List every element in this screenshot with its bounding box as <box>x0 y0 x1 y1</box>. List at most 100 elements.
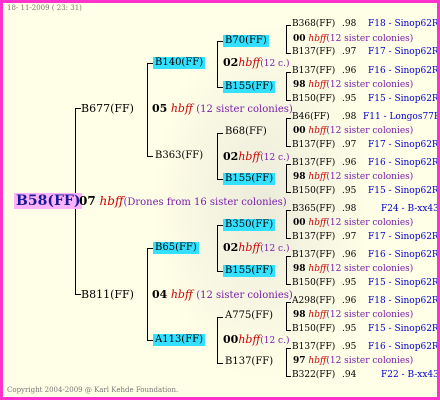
gen4-node-6[interactable]: B137(FF) <box>292 141 335 150</box>
gen1-dam-mating: 04 hbff (12 sister colonies) <box>152 289 293 301</box>
connector <box>286 72 287 100</box>
connector <box>286 146 291 147</box>
gen3-year-8: 97 <box>293 356 306 366</box>
gen4-node-4[interactable]: B150(FF) <box>292 95 335 104</box>
gen2-node-3[interactable]: B65(FF) <box>153 242 199 254</box>
connector <box>147 248 148 340</box>
connector <box>286 256 287 284</box>
gen3-year-7: 98 <box>293 310 306 320</box>
gen4-node-7[interactable]: B137(FF) <box>292 159 335 168</box>
gen3-note-3: (12 sister colonies) <box>326 126 414 136</box>
gen4-line-12: F15 - Sinop62R <box>368 278 439 288</box>
connector <box>217 363 223 364</box>
gen3-hb-4: hbff <box>308 172 327 182</box>
connector <box>286 302 287 330</box>
gen2-mating-4: 00hbff(12 c.) <box>223 334 289 346</box>
gen4-line-1: F18 - Sinop62R <box>368 19 439 29</box>
gen4-year-15: .95 <box>342 342 357 352</box>
pedigree-frame: 18- 11-2009 ( 23: 31) Copyright 2004-200… <box>0 0 440 400</box>
connector <box>217 133 218 179</box>
gen3-node-5[interactable]: B350(FF) <box>223 219 276 231</box>
gen3-hb-2: hbff <box>308 80 327 90</box>
gen1-dam-note: (12 sister colonies) <box>196 290 293 301</box>
connector <box>286 284 291 285</box>
gen4-line-6: F17 - Sinop62R <box>368 140 439 150</box>
gen3-year-3: 00 <box>293 126 306 136</box>
connector <box>286 348 291 349</box>
gen2-hb-1: hbff <box>238 56 261 69</box>
connector <box>286 72 291 73</box>
gen3-hb-1: hbff <box>308 34 327 44</box>
gen1-sire-label[interactable]: B677(FF) <box>81 103 134 114</box>
gen4-node-5[interactable]: B46(FF) <box>292 113 330 122</box>
gen4-node-16[interactable]: B322(FF) <box>292 371 335 380</box>
gen4-year-14: .95 <box>342 324 357 334</box>
gen3-note-8: (12 sister colonies) <box>326 356 414 366</box>
connector <box>286 164 287 192</box>
gen3-node-2[interactable]: B155(FF) <box>223 81 276 93</box>
gen2-node-4[interactable]: A113(FF) <box>153 334 205 346</box>
gen4-year-3: .96 <box>342 66 357 76</box>
gen3-node-6[interactable]: B155(FF) <box>223 265 276 277</box>
connector <box>286 376 291 377</box>
gen4-year-6: .97 <box>342 140 357 150</box>
gen4-line-3: F16 - Sinop62R <box>368 66 439 76</box>
gen4-node-12[interactable]: B150(FF) <box>292 279 335 288</box>
gen4-line-5: F11 - Longos77R <box>363 112 440 122</box>
gen3-node-1[interactable]: B70(FF) <box>223 35 269 47</box>
gen4-node-8[interactable]: B150(FF) <box>292 187 335 196</box>
gen3-node-7[interactable]: A775(FF) <box>225 311 273 321</box>
gen2-year-3: 02 <box>223 241 239 254</box>
gen4-node-2[interactable]: B137(FF) <box>292 48 335 57</box>
root-hb: hbff <box>99 194 124 208</box>
connector <box>286 192 291 193</box>
gen3-mating-4: 98 hbff(12 sister colonies) <box>293 173 413 182</box>
gen3-hb-6: hbff <box>308 264 327 274</box>
gen3-mating-6: 98 hbff(12 sister colonies) <box>293 265 413 274</box>
gen4-year-9: .98 <box>342 204 357 214</box>
gen2-year-2: 02 <box>223 150 239 163</box>
gen3-year-6: 98 <box>293 264 306 274</box>
gen4-node-11[interactable]: B137(FF) <box>292 251 335 260</box>
gen1-sire-hb: hbff <box>170 102 193 115</box>
gen4-node-14[interactable]: B150(FF) <box>292 325 335 334</box>
gen2-note-1: (12 c.) <box>260 59 290 69</box>
connector <box>286 25 287 53</box>
copyright-footer: Copyright 2004-2009 @ Karl Kehde Foundat… <box>7 386 179 394</box>
gen3-hb-3: hbff <box>308 126 327 136</box>
gen4-node-13[interactable]: A298(FF) <box>292 297 335 306</box>
gen3-hb-7: hbff <box>308 310 327 320</box>
gen2-node-1[interactable]: B140(FF) <box>153 57 206 69</box>
root-queen-label[interactable]: B58(FF) <box>14 193 83 209</box>
gen4-year-11: .96 <box>342 250 357 260</box>
gen3-note-4: (12 sister colonies) <box>326 172 414 182</box>
root-note: (Drones from 16 sister colonies) <box>123 197 287 208</box>
gen4-node-1[interactable]: B368(FF) <box>292 20 335 29</box>
gen4-year-7: .96 <box>342 158 357 168</box>
gen3-node-3[interactable]: B68(FF) <box>225 127 267 137</box>
connector <box>217 317 223 318</box>
connector <box>286 238 291 239</box>
gen3-mating-5: 00 hbff(12 sister colonies) <box>293 219 413 228</box>
gen4-line-10: F17 - Sinop62R <box>368 232 439 242</box>
gen1-dam-label[interactable]: B811(FF) <box>81 289 134 300</box>
connector <box>286 330 291 331</box>
gen3-node-4[interactable]: B155(FF) <box>223 173 276 185</box>
gen4-year-12: .95 <box>342 278 357 288</box>
gen4-node-3[interactable]: B137(FF) <box>292 67 335 76</box>
gen2-year-1: 02 <box>223 56 239 69</box>
gen4-node-9[interactable]: B365(FF) <box>292 205 335 214</box>
gen4-line-8: F15 - Sinop62R <box>368 186 439 196</box>
gen2-hb-3: hbff <box>238 241 261 254</box>
gen4-year-2: .97 <box>342 47 357 57</box>
gen3-year-4: 98 <box>293 172 306 182</box>
gen4-line-9: F24 - B-xx43 <box>381 204 439 214</box>
gen2-node-2[interactable]: B363(FF) <box>155 151 203 161</box>
gen3-mating-1: 00 hbff(12 sister colonies) <box>293 35 413 44</box>
gen4-node-15[interactable]: B137(FF) <box>292 343 335 352</box>
gen4-node-10[interactable]: B137(FF) <box>292 233 335 242</box>
gen4-line-4: F15 - Sinop62R <box>368 94 439 104</box>
gen4-year-5: .98 <box>342 112 357 122</box>
gen4-year-16: .94 <box>342 370 357 380</box>
gen3-node-8[interactable]: B137(FF) <box>225 357 273 367</box>
